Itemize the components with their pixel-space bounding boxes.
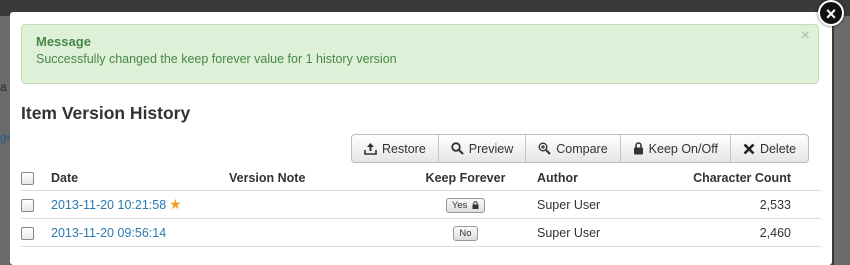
toolbar: Restore Preview Compare Keep On/Off Dele… — [351, 134, 810, 163]
keep-on-off-button[interactable]: Keep On/Off — [621, 135, 731, 162]
lock-icon — [633, 142, 644, 155]
keep-label: Keep On/Off — [648, 141, 718, 156]
upload-icon — [364, 142, 377, 155]
delete-x-icon — [743, 143, 755, 155]
header-version-note[interactable]: Version Note — [229, 166, 394, 191]
table-header-row: Date Version Note Keep Forever Author Ch… — [21, 166, 821, 191]
zoom-in-icon — [538, 142, 551, 155]
page-backdrop-right — [834, 16, 850, 265]
header-keep-forever[interactable]: Keep Forever — [394, 166, 537, 191]
character-count: 2,533 — [675, 190, 791, 219]
restore-label: Restore — [382, 141, 426, 156]
version-date-link[interactable]: 2013-11-20 09:56:14 — [51, 226, 166, 240]
version-table: Date Version Note Keep Forever Author Ch… — [21, 166, 821, 247]
success-alert: Message Successfully changed the keep fo… — [21, 24, 819, 84]
delete-label: Delete — [759, 141, 797, 156]
star-icon: ★ — [169, 196, 182, 212]
compare-label: Compare — [556, 141, 608, 156]
version-note — [229, 218, 394, 247]
header-date[interactable]: Date — [51, 166, 229, 191]
page-title: Item Version History — [21, 103, 191, 123]
alert-message: Successfully changed the keep forever va… — [36, 52, 397, 66]
preview-label: Preview — [468, 141, 514, 156]
version-history-modal: Message Successfully changed the keep fo… — [10, 12, 832, 265]
table-row: 2013-11-20 09:56:14 No Super User 2,460 — [21, 218, 821, 247]
version-date-link[interactable]: 2013-11-20 10:21:58 — [51, 198, 166, 212]
search-icon — [451, 142, 464, 155]
restore-button[interactable]: Restore — [352, 135, 439, 162]
alert-title: Message — [36, 34, 91, 49]
preview-button[interactable]: Preview — [439, 135, 527, 162]
alert-close-icon[interactable]: × — [801, 27, 810, 45]
header-character-count[interactable]: Character Count — [675, 166, 791, 191]
version-note — [229, 190, 394, 219]
close-modal-icon[interactable]: × — [818, 0, 844, 26]
author: Super User — [537, 218, 675, 247]
header-author[interactable]: Author — [537, 166, 675, 191]
table-row: 2013-11-20 10:21:58 ★ Yes Super User 2,53… — [21, 190, 821, 219]
keep-forever-value: No — [459, 227, 472, 239]
keep-forever-toggle[interactable]: Yes — [445, 197, 486, 213]
keep-forever-toggle[interactable]: No — [453, 225, 478, 241]
compare-button[interactable]: Compare — [526, 135, 621, 162]
lock-icon — [472, 200, 479, 209]
row-checkbox[interactable] — [21, 226, 34, 240]
backdrop-text: a — [0, 80, 7, 94]
keep-forever-value: Yes — [451, 199, 468, 211]
select-all-checkbox[interactable] — [21, 172, 34, 186]
delete-button[interactable]: Delete — [731, 135, 808, 162]
author: Super User — [537, 190, 675, 219]
row-checkbox[interactable] — [21, 198, 34, 212]
character-count: 2,460 — [675, 218, 791, 247]
